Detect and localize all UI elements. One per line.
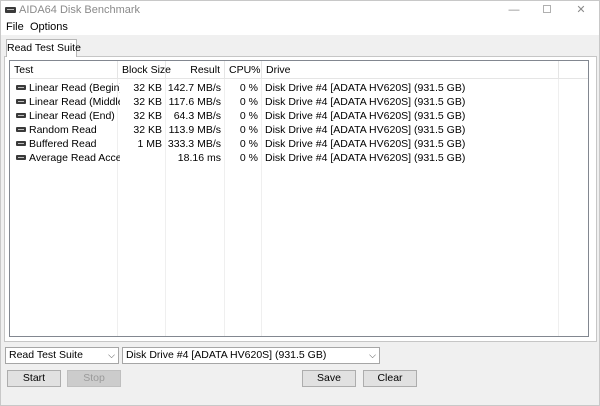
table-row[interactable]: Average Read Access 18.16 ms 0 % Disk Dr… [10,151,570,165]
disk-drive-icon [16,84,26,90]
disk-drive-icon [16,154,26,160]
chevron-down-icon: ⌵ [369,350,376,360]
disk-drive-icon [16,126,26,132]
title-bar[interactable]: AIDA64 Disk Benchmark — ✕ [1,1,599,19]
column-header-test[interactable]: Test [10,61,118,79]
row-cpu: 0 % [239,96,258,108]
results-table[interactable]: Test Block Size Result CPU% Drive Linear… [9,60,589,337]
clear-button[interactable]: Clear [363,370,417,387]
start-button[interactable]: Start [7,370,61,387]
row-drive: Disk Drive #4 [ADATA HV620S] (931.5 GB) [265,124,466,136]
row-result: 64.3 MB/s [173,110,221,122]
benchmark-window: AIDA64 Disk Benchmark — ✕ File Options R… [0,0,600,406]
save-button[interactable]: Save [302,370,356,387]
table-row[interactable]: Linear Read (Middle) 32 KB 117.6 MB/s 0 … [10,95,570,109]
row-test-name: Average Read Access [29,152,120,164]
row-test-name: Linear Read (Middle) [29,96,120,108]
row-drive: Disk Drive #4 [ADATA HV620S] (931.5 GB) [265,82,466,94]
close-button[interactable]: ✕ [566,1,596,19]
table-row[interactable]: Buffered Read 1 MB 333.3 MB/s 0 % Disk D… [10,137,570,151]
row-result: 333.3 MB/s [167,138,221,150]
disk-drive-icon [16,98,26,104]
row-block-size: 32 KB [133,124,162,136]
tab-read-test-suite[interactable]: Read Test Suite [6,39,81,57]
row-test-name: Random Read [29,124,97,136]
row-cpu: 0 % [239,152,258,164]
stop-button[interactable]: Stop [67,370,121,387]
menu-file[interactable]: File [6,21,24,33]
minimize-button[interactable]: — [499,1,529,19]
drive-select-value: Disk Drive #4 [ADATA HV620S] (931.5 GB) [126,349,327,361]
column-header-drive[interactable]: Drive [262,61,559,79]
maximize-button[interactable] [532,1,562,19]
column-header-block-size[interactable]: Block Size [118,61,171,79]
row-block-size: 32 KB [133,96,162,108]
row-test-name: Buffered Read [29,138,97,150]
disk-drive-icon [5,7,16,13]
column-header-cpu[interactable]: CPU% [225,61,262,79]
disk-drive-icon [16,140,26,146]
row-block-size: 1 MB [137,138,162,150]
row-drive: Disk Drive #4 [ADATA HV620S] (931.5 GB) [265,96,466,108]
menu-bar: File Options [1,19,599,35]
test-suite-select-value: Read Test Suite [9,349,83,361]
table-header: Test Block Size Result CPU% Drive [10,61,588,79]
row-test-name: Linear Read (End) [29,110,115,122]
window-title: AIDA64 Disk Benchmark [19,4,141,16]
disk-drive-icon [16,112,26,118]
column-header-result[interactable]: Result [166,61,225,79]
maximize-icon [543,5,551,14]
row-cpu: 0 % [239,138,258,150]
row-drive: Disk Drive #4 [ADATA HV620S] (931.5 GB) [265,138,466,150]
row-result: 18.16 ms [177,152,221,164]
row-cpu: 0 % [239,124,258,136]
table-row[interactable]: Linear Read (End) 32 KB 64.3 MB/s 0 % Di… [10,109,570,123]
row-block-size [118,151,162,165]
table-row[interactable]: Random Read 32 KB 113.9 MB/s 0 % Disk Dr… [10,123,570,137]
row-result: 142.7 MB/s [167,82,221,94]
row-block-size: 32 KB [133,82,162,94]
row-result: 117.6 MB/s [168,96,221,108]
row-drive: Disk Drive #4 [ADATA HV620S] (931.5 GB) [265,152,466,164]
test-suite-select[interactable]: Read Test Suite ⌵ [5,347,119,364]
table-row[interactable]: Linear Read (Begin) 32 KB 142.7 MB/s 0 %… [10,81,570,95]
row-cpu: 0 % [239,82,258,94]
chevron-down-icon: ⌵ [108,350,115,360]
row-block-size: 32 KB [133,110,162,122]
row-cpu: 0 % [239,110,258,122]
drive-select[interactable]: Disk Drive #4 [ADATA HV620S] (931.5 GB) … [122,347,380,364]
row-result: 113.9 MB/s [168,124,221,136]
row-test-name: Linear Read (Begin) [29,82,120,94]
menu-options[interactable]: Options [30,21,68,33]
row-drive: Disk Drive #4 [ADATA HV620S] (931.5 GB) [265,110,466,122]
